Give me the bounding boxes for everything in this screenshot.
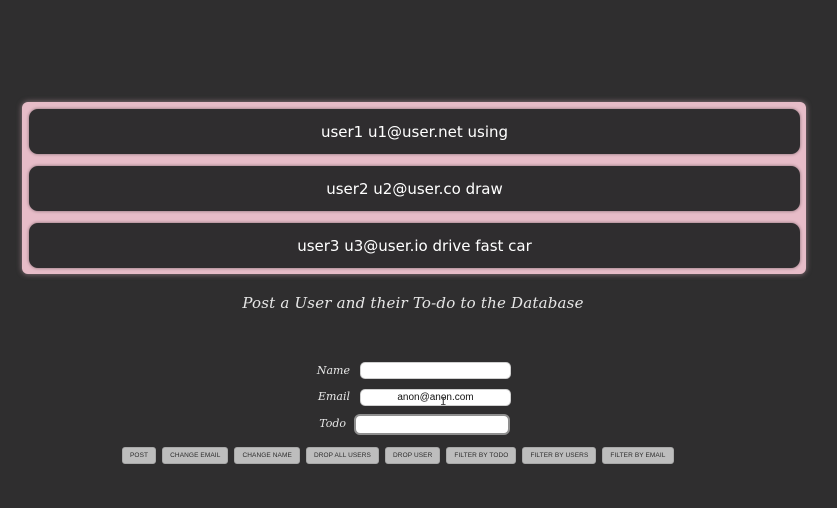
user-row-text: user1 u1@user.net using xyxy=(320,122,509,141)
filter-by-todo-button[interactable]: FILTER BY TODO xyxy=(446,447,517,464)
change-email-button[interactable]: CHANGE EMAIL xyxy=(162,447,229,464)
user-row[interactable]: user2 u2@user.co draw xyxy=(29,166,800,211)
email-label: Email xyxy=(317,390,350,403)
user-list: user1 u1@user.net using user2 u2@user.co… xyxy=(22,102,806,274)
drop-all-users-button[interactable]: DROP ALL USERS xyxy=(305,447,379,464)
user-row[interactable]: user3 u3@user.io drive fast car xyxy=(29,223,800,268)
user-row[interactable]: user1 u1@user.net using xyxy=(29,109,800,154)
email-input[interactable] xyxy=(360,389,511,406)
todo-input[interactable] xyxy=(354,414,510,435)
post-button[interactable]: POST xyxy=(122,447,157,464)
i-beam-cursor-icon: I xyxy=(440,395,447,408)
filter-by-email-button[interactable]: FILTER BY EMAIL xyxy=(602,447,674,464)
action-button-row: POST CHANGE EMAIL CHANGE NAME DROP ALL U… xyxy=(122,447,674,464)
drop-user-button[interactable]: DROP USER xyxy=(384,447,441,464)
name-label: Name xyxy=(316,364,350,377)
todo-label: Todo xyxy=(319,417,346,430)
user-row-text: user3 u3@user.io drive fast car xyxy=(297,236,532,255)
form-heading: Post a User and their To-do to the Datab… xyxy=(242,294,584,312)
change-name-button[interactable]: CHANGE NAME xyxy=(234,447,300,464)
filter-by-users-button[interactable]: FILTER BY USERS xyxy=(522,447,597,464)
user-row-text: user2 u2@user.co draw xyxy=(326,179,503,198)
name-input[interactable] xyxy=(360,362,511,379)
